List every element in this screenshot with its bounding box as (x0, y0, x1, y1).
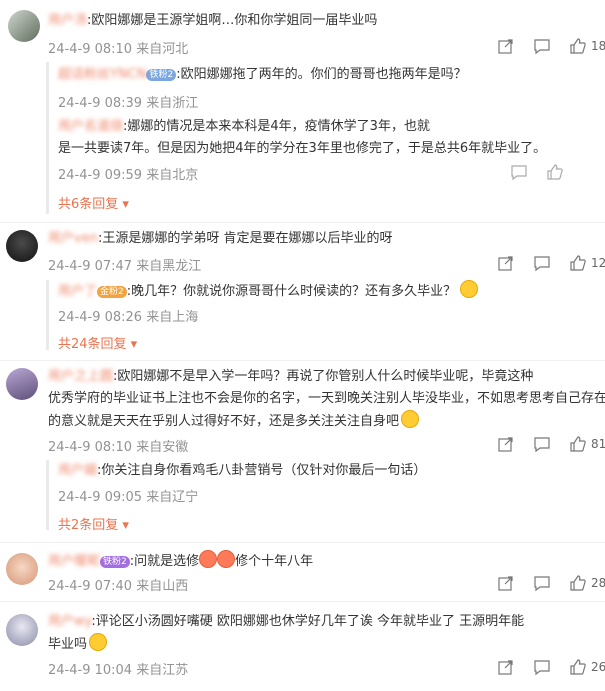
avatar[interactable] (6, 553, 38, 585)
avatar[interactable] (8, 10, 40, 42)
avatar[interactable] (6, 614, 38, 646)
reply-text: :娜娜的情况是本来本科是4年，疫情休学了3年，也就 (123, 119, 430, 134)
like-count: 26 (591, 660, 605, 674)
more-replies-link[interactable]: 共24条回复 ▾ (58, 333, 137, 352)
laugh-emoji-icon (460, 280, 479, 298)
smile-emoji-icon (401, 410, 420, 428)
more-replies-label: 共6条回复 (58, 197, 119, 212)
comment-body: 用户汤:欧阳娜娜是王源学姐啊…你和你学姐同一届毕业吗 (48, 10, 377, 32)
share-icon[interactable] (497, 254, 515, 272)
comment-body: 用户之上圆:欧阳娜娜不是早入学一年吗？再说了你管别人什么时候毕业呢，毕竟这种 优… (48, 366, 605, 433)
comment-text-line: 毕业吗 (48, 637, 88, 652)
action-bar: 81 (497, 435, 605, 453)
comment-icon[interactable] (533, 37, 551, 55)
comment-text: :欧阳娜娜不是早入学一年吗？再说了你管别人什么时候毕业呢，毕竟这种 (113, 369, 534, 384)
comment-meta: 24-4-9 10:04 来自江苏 (48, 663, 189, 678)
comment-body: 用户wy:评论区小汤圆好嘴硬 欧阳娜娜也休学好几年了诶 今年就毕业了 王源明年能… (48, 611, 600, 656)
username[interactable]: 用户汤 (48, 13, 87, 28)
comment-text-line: 的意义就是天天在乎别人过得好不好，还是多关注关注自身吧 (48, 414, 400, 429)
avatar[interactable] (6, 368, 38, 400)
like-icon[interactable] (569, 574, 587, 592)
comment-meta: 24-4-9 08:10 来自河北 (48, 42, 189, 57)
username[interactable]: 用户之上圆 (48, 369, 113, 384)
like-icon[interactable] (569, 37, 587, 55)
username[interactable]: 用户ven (48, 231, 98, 246)
username[interactable]: 用户wy (48, 614, 91, 629)
reply-meta: 24-4-9 09:59 来自北京 (58, 168, 199, 183)
comment-icon[interactable] (533, 658, 551, 676)
comment-text: :欧阳娜娜是王源学姐啊…你和你学姐同一届毕业吗 (87, 13, 378, 28)
action-bar: 284 (497, 574, 605, 592)
chevron-down-icon: ▾ (118, 197, 129, 212)
share-icon[interactable] (497, 574, 515, 592)
username[interactable]: 用户了 (58, 284, 97, 299)
comment-icon[interactable] (533, 435, 551, 453)
reply-text-line: 是一共要读7年。但是因为她把4年的学分在3年里也修完了，于是总共6年就毕业了。 (58, 141, 547, 156)
like-count: 129 (591, 256, 605, 270)
like-count: 284 (591, 576, 605, 590)
comment-text: :评论区小汤圆好嘴硬 欧阳娜娜也休学好几年了诶 今年就毕业了 王源明年能 (91, 614, 525, 629)
comment-body: 用户暧昵 铁粉2:问就是选修 修个十年八年 (48, 550, 313, 573)
username[interactable]: 用户暧昵 (48, 554, 100, 569)
share-icon[interactable] (497, 658, 515, 676)
like-icon[interactable] (546, 163, 564, 181)
more-replies-link[interactable]: 共6条回复 ▾ (58, 193, 129, 212)
more-replies-link[interactable]: 共2条回复 ▾ (58, 514, 129, 533)
comment-icon[interactable] (510, 163, 528, 181)
reply-text: :欧阳娜娜拖了两年的。你们的哥哥也拖两年是吗？ (176, 67, 467, 82)
comment-text: :王源是娜娜的学弟呀 肯定是要在娜娜以后毕业的呀 (97, 231, 393, 246)
comment-meta: 24-4-9 07:47 来自黑龙江 (48, 259, 202, 274)
like-icon[interactable] (569, 658, 587, 676)
username[interactable]: 超话粉丝YNCN (58, 67, 146, 82)
reply-body: 用户名道烧:娜娜的情况是本来本科是4年，疫情休学了3年，也就 是一共要读7年。但… (58, 116, 598, 160)
comment-meta: 24-4-9 08:10 来自安徽 (48, 440, 189, 455)
shock-emoji-icon (199, 550, 218, 568)
reply-text: :你关注自身你看鸡毛八卦营销号（仅针对你最后一句话） (97, 463, 427, 478)
comment-text-line: 优秀学府的毕业证书上注也不会是你的名字，一天到晚关注别人毕没毕业，不如思考思考自… (48, 391, 605, 406)
reply-meta: 24-4-9 08:39 来自浙江 (58, 96, 199, 111)
comment-text-tail: 修个十年八年 (235, 554, 314, 569)
shock-emoji-icon (217, 550, 236, 568)
reply-body: 用户娼:你关注自身你看鸡毛八卦营销号（仅针对你最后一句话） (58, 460, 426, 482)
action-bar: 129 (497, 254, 605, 272)
fan-badge: 铁粉2 (146, 69, 177, 81)
comment-text: :问就是选修 (129, 554, 200, 569)
username[interactable]: 用户娼 (58, 463, 97, 478)
like-count: 81 (591, 437, 605, 451)
chevron-down-icon: ▾ (126, 337, 138, 352)
reply-actions (510, 163, 564, 181)
comment-meta: 24-4-9 07:40 来自山西 (48, 579, 189, 594)
like-icon[interactable] (569, 254, 587, 272)
fan-badge: 金粉2 (97, 286, 127, 298)
like-icon[interactable] (569, 435, 587, 453)
reply-body: 用户了 金粉2:晚几年？你就说你源哥哥什么时候读的？还有多久毕业？ (58, 280, 479, 303)
cry-emoji-icon (89, 633, 108, 651)
username[interactable]: 用户名道烧 (58, 119, 123, 134)
fan-badge: 铁粉2 (100, 556, 130, 568)
reply-meta: 24-4-9 08:26 来自上海 (58, 310, 199, 325)
like-count: 183 (591, 39, 605, 53)
more-replies-label: 共24条回复 (58, 337, 127, 352)
more-replies-label: 共2条回复 (58, 518, 119, 533)
comment-icon[interactable] (533, 254, 551, 272)
reply-text: :晚几年？你就说你源哥哥什么时候读的？还有多久毕业？ (126, 284, 457, 299)
avatar[interactable] (6, 230, 38, 262)
comment-icon[interactable] (533, 574, 551, 592)
action-bar: 26 (497, 658, 605, 676)
comment-body: 用户ven:王源是娜娜的学弟呀 肯定是要在娜娜以后毕业的呀 (48, 228, 392, 250)
reply-body: 超话粉丝YNCN 铁粉2:欧阳娜娜拖了两年的。你们的哥哥也拖两年是吗？ (58, 64, 467, 86)
reply-meta: 24-4-9 09:05 来自辽宁 (58, 490, 199, 505)
share-icon[interactable] (497, 37, 515, 55)
chevron-down-icon: ▾ (118, 518, 129, 533)
share-icon[interactable] (497, 435, 515, 453)
action-bar: 183 (497, 37, 605, 55)
